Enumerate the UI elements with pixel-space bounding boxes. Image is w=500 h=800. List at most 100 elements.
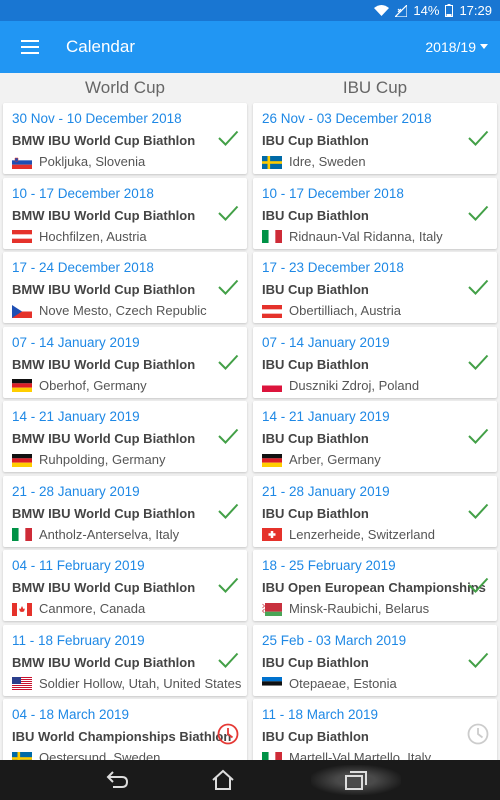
event-dates: 14 - 21 January 2019 — [262, 409, 390, 424]
event-card[interactable]: 14 - 21 January 2019 IBU Cup Biathlon Arbe… — [253, 401, 497, 472]
event-dates: 11 - 18 March 2019 — [262, 707, 379, 722]
location-label: Oberhof, Germany — [39, 377, 147, 393]
flag-si-icon — [12, 155, 32, 169]
event-card[interactable]: 04 - 11 February 2019 BMW IBU World Cup B… — [3, 550, 247, 621]
event-name: IBU Cup Biathlon — [262, 133, 369, 148]
event-card[interactable]: 11 - 18 February 2019 BMW IBU World Cup B… — [3, 624, 247, 696]
location-label: Nove Mesto, Czech Republic — [39, 303, 207, 318]
location-label: Pokljuka, Slovenia — [39, 154, 146, 169]
event-name: IBU Open European Championships — [262, 580, 486, 595]
event-dates: 17 - 24 December 2018 — [12, 260, 154, 275]
event-name: BMW IBU World Cup Biathlon — [12, 133, 196, 148]
event-location: Minsk-Raubichi, Belarus — [262, 599, 488, 619]
event-card[interactable]: 11 - 18 March 2019 IBU Cup Biathlon Martel… — [253, 699, 497, 760]
flag-ch-icon — [262, 528, 282, 541]
event-location: Duszniki Zdroj, Poland — [262, 376, 488, 396]
event-location: Obertilliach, Austria — [262, 301, 488, 321]
ibu-cup-header: IBU Cup — [342, 78, 408, 97]
event-card[interactable]: 17 - 24 December 2018 BMW IBU World Cup B… — [3, 252, 247, 323]
event-name: IBU World Championships Biathlon — [12, 729, 232, 744]
event-dates: 04 - 18 March 2019 — [12, 707, 130, 722]
event-card[interactable]: 30 Nov - 10 December 2018 BMW IBU World C… — [3, 103, 247, 174]
menu-button[interactable] — [0, 21, 60, 73]
home-button[interactable] — [205, 765, 241, 795]
flag-de-icon — [12, 379, 32, 392]
event-dates: 10 - 17 December 2018 — [262, 185, 404, 201]
check-icon — [217, 500, 239, 522]
season-selector[interactable]: 2018/19 — [425, 39, 488, 55]
event-location: Lenzerheide, Switzerland — [262, 525, 488, 545]
recents-button[interactable] — [311, 765, 401, 795]
event-location: Arber, Germany — [262, 450, 488, 470]
location-label: Martell-Val Martello, Italy — [289, 750, 432, 760]
event-dates: 14 - 21 January 2019 — [12, 409, 140, 424]
check-icon — [467, 351, 489, 373]
season-label: 2018/19 — [425, 39, 476, 55]
battery-percent: 14% — [413, 3, 440, 18]
back-button[interactable] — [99, 765, 135, 795]
check-icon — [217, 649, 239, 671]
check-icon — [217, 574, 239, 596]
event-card[interactable]: 10 - 17 December 2018 BMW IBU World Cup B… — [3, 177, 247, 249]
event-card[interactable]: 07 - 14 January 2019 IBU Cup Biathlon Dusz… — [253, 326, 497, 398]
event-card[interactable]: 04 - 18 March 2019 IBU World Championship… — [3, 699, 247, 760]
ibu-cup-list: 26 Nov - 03 December 2018 IBU Cup Biathlo… — [253, 103, 497, 760]
event-card[interactable]: 10 - 17 December 2018 IBU Cup Biathlon Rid… — [253, 177, 497, 249]
event-location: Antholz-Anterselva, Italy — [12, 525, 238, 545]
clock-time: 17:29 — [459, 3, 492, 18]
check-icon — [217, 276, 239, 298]
event-dates: 07 - 14 January 2019 — [262, 334, 390, 350]
event-dates: 26 Nov - 03 December 2018 — [262, 111, 432, 126]
battery-icon — [445, 4, 454, 17]
event-card[interactable]: 14 - 21 January 2019 BMW IBU World Cup Bi… — [3, 401, 247, 472]
event-name: BMW IBU World Cup Biathlon — [12, 356, 196, 372]
flag-se-icon — [12, 751, 32, 760]
system-nav-bar — [0, 760, 500, 800]
event-name: BMW IBU World Cup Biathlon — [12, 580, 196, 595]
calendar-columns[interactable]: World Cup IBU Cup 30 Nov - 10 December 2… — [0, 73, 500, 760]
event-dates: 21 - 28 January 2019 — [262, 483, 390, 499]
flag-us-icon — [12, 677, 32, 690]
location-label: Idre, Sweden — [289, 154, 366, 169]
dropdown-arrow-icon — [480, 44, 488, 49]
event-dates: 11 - 18 February 2019 — [12, 632, 145, 648]
recent-apps-icon — [345, 771, 367, 790]
event-card[interactable]: 21 - 28 January 2019 BMW IBU World Cup Bi… — [3, 475, 247, 547]
event-location: Oberhof, Germany — [12, 376, 238, 396]
check-icon — [467, 276, 489, 298]
location-label: Ridnaun-Val Ridanna, Italy — [289, 228, 443, 244]
event-card[interactable]: 18 - 25 February 2019 IBU Open European C… — [253, 550, 497, 621]
event-name: BMW IBU World Cup Biathlon — [12, 431, 196, 446]
page-title: Calendar — [66, 37, 135, 56]
event-name: IBU Cup Biathlon — [262, 654, 369, 670]
flag-it-icon — [12, 528, 32, 541]
event-card[interactable]: 26 Nov - 03 December 2018 IBU Cup Biathlo… — [253, 103, 497, 174]
flag-it-icon — [262, 751, 282, 760]
check-icon — [467, 500, 489, 522]
location-label: Obertilliach, Austria — [289, 303, 401, 318]
event-location: Oestersund, Sweden — [12, 748, 238, 760]
check-icon — [467, 202, 489, 224]
event-name: IBU Cup Biathlon — [262, 729, 369, 744]
event-location: Martell-Val Martello, Italy — [262, 748, 488, 760]
event-dates: 21 - 28 January 2019 — [12, 483, 140, 499]
event-card[interactable]: 07 - 14 January 2019 BMW IBU World Cup Bi… — [3, 326, 247, 398]
event-location: Otepaeae, Estonia — [262, 674, 488, 694]
event-card[interactable]: 17 - 23 December 2018 IBU Cup Biathlon Obe… — [253, 252, 497, 323]
location-label: Soldier Hollow, Utah, United States — [39, 675, 242, 691]
event-dates: 07 - 14 January 2019 — [12, 334, 140, 350]
event-name: BMW IBU World Cup Biathlon — [12, 505, 196, 521]
event-dates: 17 - 23 December 2018 — [262, 260, 404, 275]
event-location: Canmore, Canada — [12, 599, 238, 619]
home-icon — [212, 769, 234, 790]
event-card[interactable]: 25 Feb - 03 March 2019 IBU Cup Biathlon Ot… — [253, 624, 497, 696]
flag-ca-icon — [12, 602, 32, 616]
signal-off-icon — [395, 4, 408, 17]
location-label: Canmore, Canada — [39, 601, 146, 616]
event-card[interactable]: 21 - 28 January 2019 IBU Cup Biathlon Lenz… — [253, 475, 497, 547]
flag-ee-icon — [262, 677, 282, 690]
flag-de-icon — [262, 453, 282, 467]
check-icon — [467, 649, 489, 671]
location-label: Ruhpolding, Germany — [39, 452, 166, 467]
world-cup-header: World Cup — [85, 78, 165, 97]
